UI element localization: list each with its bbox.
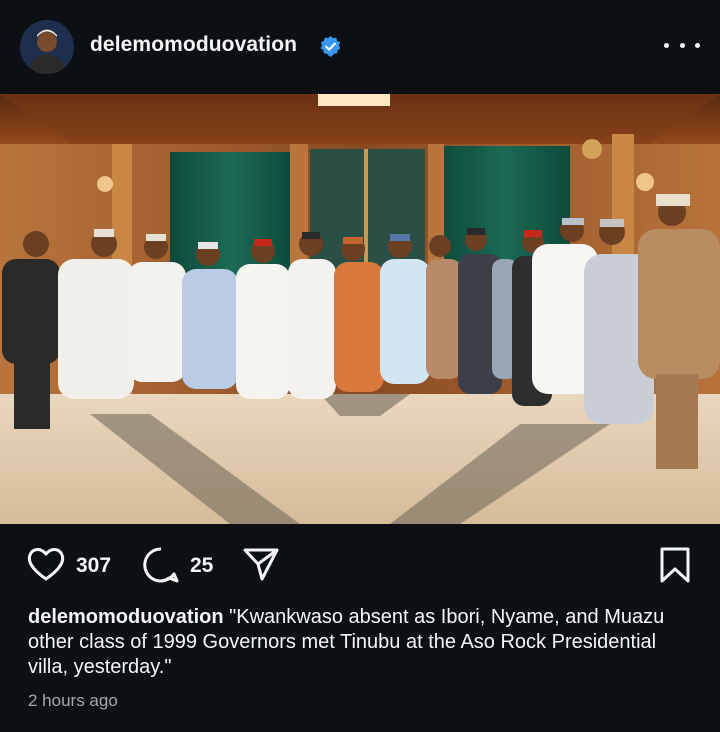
comment-bubble-icon[interactable] [142, 546, 180, 584]
comments-count[interactable]: 25 [190, 554, 213, 578]
post-image[interactable] [0, 94, 720, 524]
avatar[interactable] [20, 20, 74, 74]
verified-badge-icon [320, 35, 341, 57]
heart-icon[interactable] [26, 546, 66, 582]
more-options-icon[interactable] [664, 33, 700, 57]
bookmark-icon[interactable] [658, 546, 692, 584]
likes-count[interactable]: 307 [76, 554, 111, 578]
dot [695, 42, 700, 48]
timestamp: 2 hours ago [28, 691, 118, 710]
share-paper-plane-icon[interactable] [242, 546, 280, 582]
dot [664, 42, 669, 48]
caption: delemomoduovation "Kwankwaso absent as I… [28, 605, 688, 680]
caption-username[interactable]: delemomoduovation [28, 606, 224, 628]
username[interactable]: delemomoduovation [90, 33, 297, 57]
post-header: delemomoduovation [0, 0, 720, 94]
dot [679, 42, 685, 48]
